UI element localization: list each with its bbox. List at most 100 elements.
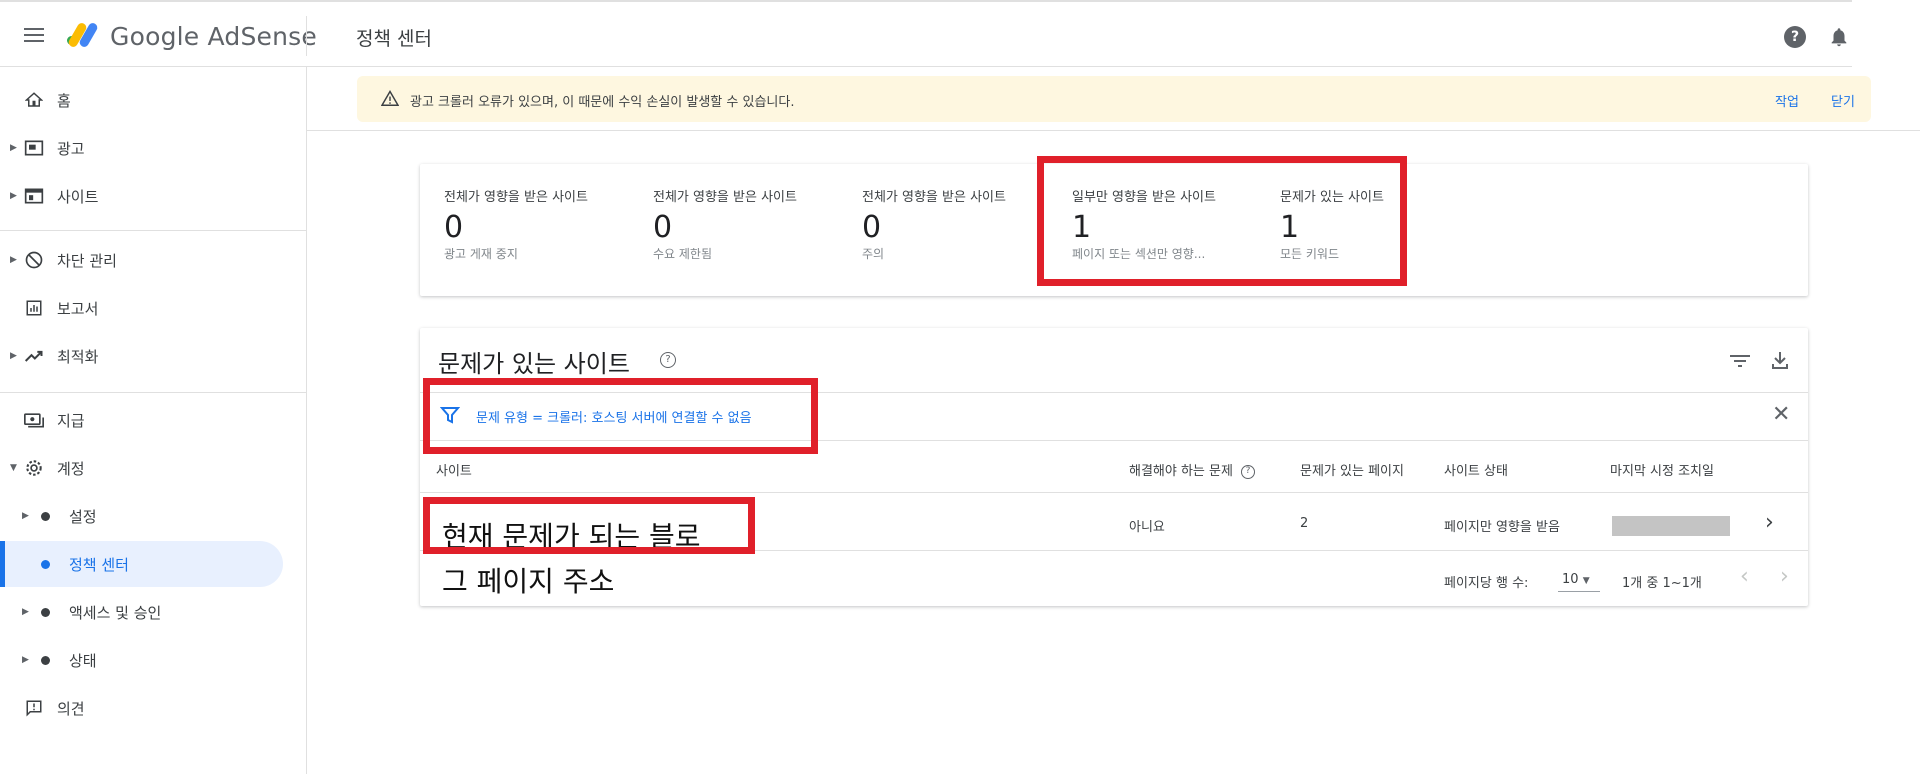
column-header[interactable]: 사이트 xyxy=(436,460,472,479)
stat-value: 0 xyxy=(444,210,464,245)
caret-right-icon[interactable]: ▶ xyxy=(10,255,17,265)
home-icon xyxy=(24,90,44,110)
chevron-right-icon[interactable]: › xyxy=(1765,510,1774,535)
column-header-must-fix[interactable]: 해결해야 하는 문제? xyxy=(1129,460,1255,479)
caret-down-icon[interactable]: ▼ xyxy=(10,463,17,473)
column-header[interactable]: 문제가 있는 페이지 xyxy=(1300,460,1404,479)
alert-action-link[interactable]: 작업 xyxy=(1775,91,1799,110)
caret-right-icon[interactable]: ▶ xyxy=(10,191,17,201)
content-divider xyxy=(307,130,1920,131)
sidebar-item-policy-center[interactable]: 정책 센터 xyxy=(0,541,283,587)
filter-list-icon[interactable] xyxy=(1729,352,1751,370)
trending-up-icon xyxy=(24,346,44,366)
report-icon xyxy=(24,298,44,318)
bullet-icon xyxy=(41,607,50,617)
bullet-icon xyxy=(41,511,50,521)
stat-subtitle: 주의 xyxy=(862,247,885,261)
sidebar-item-label: 지급 xyxy=(57,411,85,430)
prev-page-icon[interactable]: ‹ xyxy=(1740,564,1749,589)
payments-icon xyxy=(24,410,44,430)
sidebar-item-status[interactable]: ▶ 상태 xyxy=(0,637,290,683)
alert-message: 광고 크롤러 오류가 있으며, 이 때문에 수익 손실이 발생할 수 있습니다. xyxy=(410,95,795,110)
stat-value: 0 xyxy=(653,210,673,245)
feedback-icon xyxy=(24,698,44,718)
sidebar-nav: 홈 ▶ 광고 ▶ 사이트 ▶ 차단 관리 보고서 ▶ 최적화 지급 ▼ 계정 ▶… xyxy=(0,67,307,774)
app-name[interactable]: Google AdSense xyxy=(110,22,317,51)
caret-right-icon[interactable]: ▶ xyxy=(22,655,29,665)
table-title: 문제가 있는 사이트 xyxy=(438,350,630,378)
sidebar-item-label: 보고서 xyxy=(57,299,99,318)
adsense-logo-icon xyxy=(67,23,98,47)
caret-right-icon[interactable]: ▶ xyxy=(22,511,29,521)
rows-per-page-select[interactable]: 10 ▼ xyxy=(1558,568,1600,592)
stat-card[interactable]: 전체가 영향을 받은 사이트 0 광고 게재 중지 xyxy=(444,186,624,262)
sidebar-item-feedback[interactable]: 의견 xyxy=(0,685,290,731)
stat-card[interactable]: 전체가 영향을 받은 사이트 0 수요 제한됨 xyxy=(653,186,833,262)
caret-right-icon[interactable]: ▶ xyxy=(10,351,17,361)
sidebar-item-label: 설정 xyxy=(69,507,97,526)
column-header[interactable]: 마지막 시정 조치일 xyxy=(1610,460,1714,479)
column-header-label: 해결해야 하는 문제 xyxy=(1129,464,1233,479)
sidebar-divider xyxy=(0,230,307,231)
stat-card[interactable]: 전체가 영향을 받은 사이트 0 주의 xyxy=(862,186,1042,262)
sidebar-item-ads[interactable]: ▶ 광고 xyxy=(0,125,290,171)
sidebar-item-access[interactable]: ▶ 액세스 및 승인 xyxy=(0,589,290,635)
dropdown-arrow-icon: ▼ xyxy=(1582,576,1590,586)
caret-right-icon[interactable]: ▶ xyxy=(22,607,29,617)
site-cell-overlay-line2: 그 페이지 주소 xyxy=(442,565,615,598)
help-circle-icon[interactable]: ? xyxy=(1240,464,1255,479)
sidebar-divider xyxy=(0,392,307,393)
header-divider xyxy=(306,16,307,56)
sidebar-item-label: 최적화 xyxy=(57,347,99,366)
sidebar-item-account[interactable]: ▼ 계정 xyxy=(0,445,290,491)
caret-right-icon[interactable]: ▶ xyxy=(10,143,17,153)
annotation-box-stats xyxy=(1037,156,1407,286)
status-cell: 페이지만 영향을 받음 xyxy=(1444,520,1560,535)
annotation-box-filter xyxy=(423,378,818,454)
ads-icon xyxy=(24,138,44,158)
rows-per-page-value: 10 xyxy=(1562,572,1579,587)
sidebar-item-label: 액세스 및 승인 xyxy=(69,603,162,622)
block-icon xyxy=(24,250,44,270)
alert-dismiss-link[interactable]: 닫기 xyxy=(1831,91,1855,110)
stat-title: 전체가 영향을 받은 사이트 xyxy=(653,190,797,205)
help-icon[interactable]: ? xyxy=(1784,26,1806,48)
sidebar-item-home[interactable]: 홈 xyxy=(0,77,290,123)
bell-icon[interactable] xyxy=(1828,26,1850,48)
bullet-icon xyxy=(41,655,50,665)
next-page-icon[interactable]: › xyxy=(1780,564,1789,589)
alert-banner: 광고 크롤러 오류가 있으며, 이 때문에 수익 손실이 발생할 수 있습니다.… xyxy=(357,76,1871,122)
gear-icon xyxy=(24,458,44,478)
column-header[interactable]: 사이트 상태 xyxy=(1444,460,1508,479)
sidebar-item-sites[interactable]: ▶ 사이트 xyxy=(0,173,290,219)
page-title: 정책 센터 xyxy=(356,28,432,50)
sidebar-item-label: 정책 센터 xyxy=(69,555,129,574)
sidebar-item-label: 상태 xyxy=(69,651,97,670)
stat-subtitle: 광고 게재 중지 xyxy=(444,247,518,261)
download-icon[interactable] xyxy=(1770,350,1790,370)
must-fix-cell: 아니요 xyxy=(1129,520,1165,535)
sidebar-item-payments[interactable]: 지급 xyxy=(0,397,290,443)
sites-icon xyxy=(24,186,44,206)
stat-title: 전체가 영향을 받은 사이트 xyxy=(444,190,588,205)
close-icon[interactable]: ✕ xyxy=(1772,404,1790,426)
rows-per-page-label: 페이지당 행 수: xyxy=(1444,576,1529,591)
warning-icon xyxy=(381,90,399,106)
bullet-icon xyxy=(41,559,50,569)
sidebar-item-label: 광고 xyxy=(57,139,85,158)
sidebar-item-label: 홈 xyxy=(57,91,71,110)
stat-subtitle: 수요 제한됨 xyxy=(653,247,713,261)
sidebar-item-blocking[interactable]: ▶ 차단 관리 xyxy=(0,237,290,283)
menu-icon[interactable] xyxy=(24,28,44,42)
sidebar-item-reports[interactable]: 보고서 xyxy=(0,285,290,331)
top-app-bar: Google AdSense 정책 센터 ? xyxy=(0,0,1852,67)
table-divider xyxy=(420,492,1808,493)
sidebar-item-optimization[interactable]: ▶ 최적화 xyxy=(0,333,290,379)
redacted-date-cell xyxy=(1612,516,1730,536)
pagination-range: 1개 중 1~1개 xyxy=(1622,576,1702,591)
sidebar-item-settings[interactable]: ▶ 설정 xyxy=(0,493,290,539)
sites-table-card: 문제가 있는 사이트 ? 문제 유형 = 크롤러: 호스팅 서버에 연결할 수 … xyxy=(420,328,1808,606)
help-circle-icon[interactable]: ? xyxy=(660,352,676,368)
annotation-box-site xyxy=(423,497,755,554)
sidebar-item-label: 사이트 xyxy=(57,187,99,206)
